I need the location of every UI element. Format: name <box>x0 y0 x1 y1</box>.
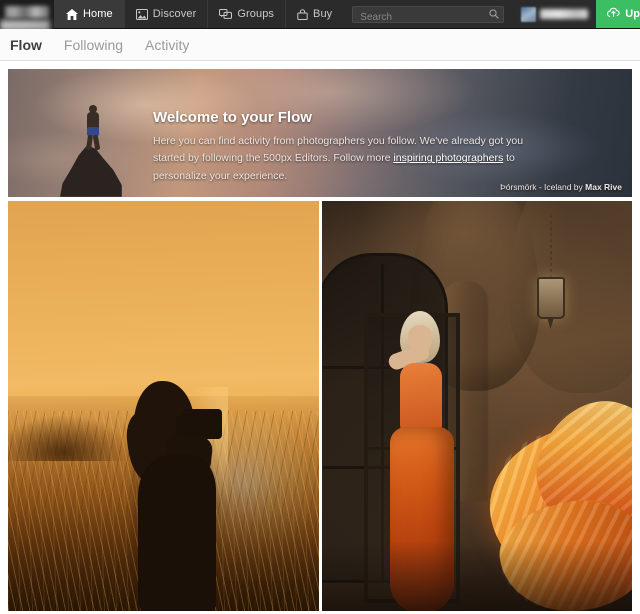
floor-shadow <box>322 541 633 611</box>
tab-bar: Flow Following Activity <box>0 29 640 61</box>
photo-card-sunset-photographer[interactable] <box>8 201 319 611</box>
avatar <box>521 7 536 22</box>
silhouette-camera-lens <box>176 415 196 435</box>
tab-following[interactable]: Following <box>64 29 123 61</box>
banner-body: Here you can find activity from photogra… <box>153 133 548 185</box>
photo-card-orange-dress-archway[interactable] <box>322 201 633 611</box>
search-icon[interactable] <box>489 9 499 19</box>
logo-redacted-block-secondary <box>0 20 50 29</box>
cloud-upload-icon <box>607 7 620 21</box>
vault-arch-rib-right <box>508 201 633 393</box>
search-box[interactable] <box>352 6 504 23</box>
search-container <box>343 0 513 28</box>
banner-title: Welcome to your Flow <box>153 109 612 126</box>
lantern-chain <box>550 215 552 279</box>
banner-text-block: Welcome to your Flow Here you can find a… <box>153 109 612 185</box>
welcome-banner: Welcome to your Flow Here you can find a… <box>8 69 632 197</box>
credit-author: Max Rive <box>585 182 622 192</box>
tab-following-label: Following <box>64 37 123 53</box>
upload-button[interactable]: Upload <box>596 0 640 28</box>
top-navigation-bar: Home Discover Groups Buy <box>0 0 640 29</box>
nav-item-groups-label: Groups <box>237 8 274 20</box>
nav-item-buy[interactable]: Buy <box>285 0 343 28</box>
background-shrub <box>8 416 128 461</box>
inspiring-photographers-link[interactable]: inspiring photographers <box>393 152 503 164</box>
silhouette-body <box>138 455 216 611</box>
search-input[interactable] <box>353 10 503 25</box>
figure-right-leg <box>93 135 101 151</box>
tab-flow-label: Flow <box>10 37 42 53</box>
nav-item-groups[interactable]: Groups <box>207 0 285 28</box>
nav-item-home[interactable]: Home <box>54 0 124 28</box>
chat-bubbles-icon <box>219 9 232 20</box>
tab-flow[interactable]: Flow <box>10 29 42 61</box>
nav-item-home-label: Home <box>83 8 113 20</box>
credit-location: Þórsmörk - Iceland by <box>500 182 585 192</box>
user-name-redacted <box>540 9 588 19</box>
site-logo[interactable] <box>0 0 54 29</box>
logo-redacted-block <box>5 6 49 18</box>
main-content: Welcome to your Flow Here you can find a… <box>0 61 640 611</box>
tab-activity[interactable]: Activity <box>145 29 189 61</box>
home-icon <box>66 9 78 20</box>
upload-button-label: Upload <box>625 8 640 20</box>
image-icon <box>136 9 148 20</box>
photographer-silhouette <box>126 381 234 611</box>
banner-photo-credit: Þórsmörk - Iceland by Max Rive <box>500 182 622 192</box>
banner-person-silhouette <box>84 105 102 149</box>
tab-activity-label: Activity <box>145 37 189 53</box>
nav-item-discover-label: Discover <box>153 8 197 20</box>
shopping-bag-icon <box>297 9 308 20</box>
figure-left-leg <box>86 135 93 151</box>
photo-grid <box>8 201 632 611</box>
nav-item-buy-label: Buy <box>313 8 332 20</box>
nav-item-discover[interactable]: Discover <box>124 0 208 28</box>
user-menu[interactable] <box>513 0 596 28</box>
model-dress-bodice <box>400 363 442 433</box>
hanging-lantern <box>537 277 565 319</box>
